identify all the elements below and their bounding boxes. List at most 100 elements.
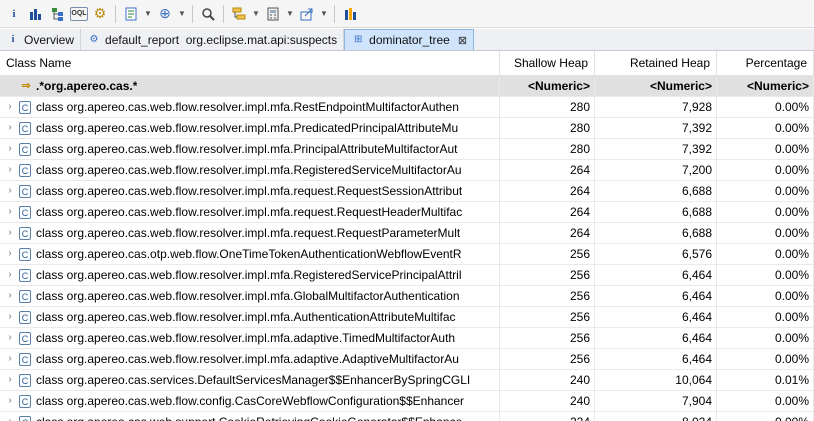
chevron-right-icon[interactable]: › [4,181,16,201]
chevron-right-icon[interactable]: › [4,160,16,180]
chevron-right-icon[interactable]: › [4,139,16,159]
search-icon[interactable] [198,4,218,24]
chevron-down-icon[interactable]: ▼ [251,4,261,24]
column-header-class-name[interactable]: Class Name [0,51,500,75]
retained-heap-filter[interactable]: <Numeric> [595,76,717,96]
table-row[interactable]: › Cclass org.apereo.cas.web.flow.resolver… [0,139,814,160]
class-name-cell[interactable]: › Cclass org.apereo.cas.web.flow.resolver… [0,286,500,306]
class-name-cell[interactable]: › Cclass org.apereo.cas.otp.web.flow.OneT… [0,244,500,264]
chevron-right-icon[interactable]: › [4,202,16,222]
chevron-right-icon[interactable]: › [4,118,16,138]
table-row[interactable]: › Cclass org.apereo.cas.web.flow.resolver… [0,160,814,181]
toolbar-separator [115,4,116,23]
table-row[interactable]: › Cclass org.apereo.cas.web.flow.resolver… [0,223,814,244]
table-row[interactable]: › Cclass org.apereo.cas.otp.web.flow.OneT… [0,244,814,265]
class-name: class org.apereo.cas.web.flow.resolver.i… [36,268,462,282]
table-row[interactable]: › Cclass org.apereo.cas.services.DefaultS… [0,370,814,391]
percentage-cell: 0.00% [717,202,814,222]
column-header-shallow-heap[interactable]: Shallow Heap [500,51,595,75]
class-name-cell[interactable]: › Cclass org.apereo.cas.web.flow.resolver… [0,118,500,138]
calculate-retained-icon[interactable] [263,4,283,24]
class-name: class org.apereo.cas.web.flow.resolver.i… [36,100,459,114]
shallow-heap-filter[interactable]: <Numeric> [500,76,595,96]
table-row[interactable]: › Cclass org.apereo.cas.web.flow.resolver… [0,118,814,139]
info-icon[interactable]: i [4,4,24,24]
class-name-cell[interactable]: › Cclass org.apereo.cas.web.flow.resolver… [0,265,500,285]
class-name-cell[interactable]: › Cclass org.apereo.cas.services.DefaultS… [0,370,500,390]
percentage-filter[interactable]: <Numeric> [717,76,814,96]
class-name-cell[interactable]: › Cclass org.apereo.cas.web.flow.resolver… [0,223,500,243]
chevron-right-icon[interactable]: › [4,391,16,411]
close-icon[interactable]: ⊠ [458,34,467,47]
pin-icon[interactable] [340,4,360,24]
class-icon: C [19,331,31,345]
toolbar: i OQL ⚙ ▼ ⊕ ▼ ▼ ▼ ▼ [0,0,814,28]
retained-heap-cell: 10,064 [595,370,717,390]
class-name-cell[interactable]: › Cclass org.apereo.cas.web.flow.resolver… [0,307,500,327]
table-row[interactable]: › Cclass org.apereo.cas.web.flow.resolver… [0,328,814,349]
class-name-cell[interactable]: ›Cclass org.apereo.cas.web.support.Cooki… [0,412,500,421]
export-icon[interactable] [297,4,317,24]
class-name-cell[interactable]: › Cclass org.apereo.cas.web.flow.resolver… [0,328,500,348]
chevron-right-icon[interactable]: › [4,412,16,421]
reports-icon[interactable] [121,4,141,24]
chevron-right-icon[interactable]: › [4,265,16,285]
histogram-icon[interactable] [26,4,46,24]
table-row[interactable]: › Cclass org.apereo.cas.web.flow.resolver… [0,202,814,223]
class-name-cell[interactable]: › Cclass org.apereo.cas.web.flow.resolver… [0,97,500,117]
class-name-cell[interactable]: › Cclass org.apereo.cas.web.flow.resolver… [0,139,500,159]
class-name-cell[interactable]: › Cclass org.apereo.cas.web.flow.config.C… [0,391,500,411]
class-name: class org.apereo.cas.web.flow.resolver.i… [36,352,459,366]
class-name-cell[interactable]: › Cclass org.apereo.cas.web.flow.resolver… [0,349,500,369]
table-row[interactable]: › Cclass org.apereo.cas.web.flow.config.C… [0,391,814,412]
oql-icon[interactable]: OQL [70,6,88,21]
class-icon: C [19,394,31,408]
column-header-retained-heap[interactable]: Retained Heap [595,51,717,75]
percentage-cell: 0.00% [717,286,814,306]
class-icon: C [19,247,31,261]
chevron-down-icon[interactable]: ▼ [177,4,187,24]
tab-overview[interactable]: i Overview [0,29,82,50]
chevron-down-icon[interactable]: ▼ [143,4,153,24]
class-name: class org.apereo.cas.web.flow.resolver.i… [36,289,460,303]
chevron-right-icon[interactable]: › [4,286,16,306]
chevron-right-icon[interactable]: › [4,370,16,390]
class-name-filter[interactable]: ⇒ .*org.apereo.cas.* [0,76,500,96]
chevron-down-icon[interactable]: ▼ [319,4,329,24]
column-header-percentage[interactable]: Percentage [717,51,814,75]
shallow-heap-cell: 264 [500,181,595,201]
table-row[interactable]: › Cclass org.apereo.cas.web.flow.resolver… [0,265,814,286]
table-row[interactable]: › Cclass org.apereo.cas.web.flow.resolver… [0,97,814,118]
dominator-tree-icon[interactable] [48,4,68,24]
report-icon: ⚙ [89,33,99,45]
table-row[interactable]: ›Cclass org.apereo.cas.web.support.Cooki… [0,412,814,421]
chevron-right-icon[interactable]: › [4,97,16,117]
class-icon: C [19,100,31,114]
tab-dominator-tree[interactable]: ⊞ dominator_tree ⊠ [344,29,475,50]
class-name-cell[interactable]: › Cclass org.apereo.cas.web.flow.resolver… [0,181,500,201]
chevron-right-icon[interactable]: › [4,307,16,327]
chevron-right-icon[interactable]: › [4,349,16,369]
tab-default-report[interactable]: ⚙ default_report org.eclipse.mat.api:sus… [81,29,345,50]
shallow-heap-cell: 256 [500,307,595,327]
class-name-cell[interactable]: › Cclass org.apereo.cas.web.flow.resolver… [0,160,500,180]
group-by-icon[interactable] [229,4,249,24]
thread-overview-icon[interactable]: ⚙ [90,4,110,24]
table-row[interactable]: › Cclass org.apereo.cas.web.flow.resolver… [0,349,814,370]
shallow-heap-cell: 280 [500,118,595,138]
table-header: Class Name Shallow Heap Retained Heap Pe… [0,51,814,76]
percentage-cell: 0.00% [717,223,814,243]
chevron-right-icon[interactable]: › [4,328,16,348]
class-icon: C [19,205,31,219]
class-name-cell[interactable]: › Cclass org.apereo.cas.web.flow.resolver… [0,202,500,222]
chevron-right-icon[interactable]: › [4,244,16,264]
table-row[interactable]: › Cclass org.apereo.cas.web.flow.resolver… [0,181,814,202]
class-name: class org.apereo.cas.web.flow.config.Cas… [36,394,465,408]
chevron-down-icon[interactable]: ▼ [285,4,295,24]
retained-heap-cell: 6,576 [595,244,717,264]
chevron-right-icon[interactable]: › [4,223,16,243]
table-row[interactable]: › Cclass org.apereo.cas.web.flow.resolver… [0,286,814,307]
class-icon: C [19,415,31,421]
query-browser-icon[interactable]: ⊕ [155,4,175,24]
table-row[interactable]: › Cclass org.apereo.cas.web.flow.resolver… [0,307,814,328]
